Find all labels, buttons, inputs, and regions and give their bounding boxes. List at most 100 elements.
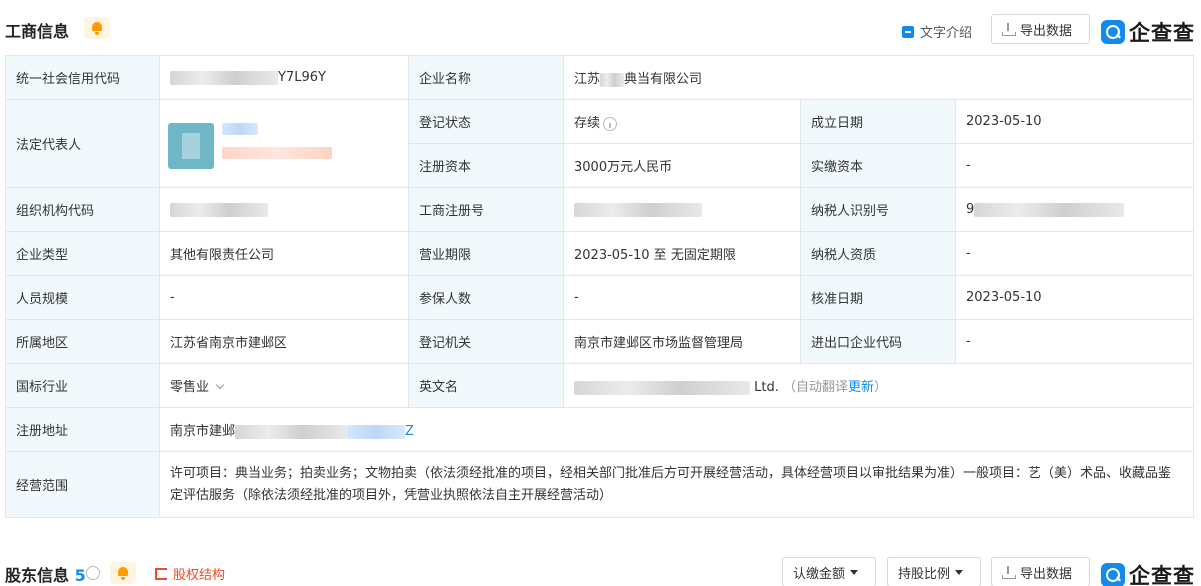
english-name-suffix: Ltd. (754, 380, 779, 395)
document-icon (902, 25, 914, 38)
table-row: 所属地区 江苏省南京市建邺区 登记机关 南京市建邺区市场监督管理局 进出口企业代… (5, 319, 1195, 364)
redacted-block (235, 424, 348, 439)
export-label: 导出数据 (1020, 23, 1073, 39)
qcc-logo-icon (1101, 563, 1125, 586)
chevron-down-icon[interactable] (215, 380, 225, 390)
caret-down-icon (955, 569, 964, 575)
table-row: 经营范围 许可项目：典当业务；拍卖业务；文物拍卖（依法须经批准的项目，经相关部门… (5, 451, 1195, 518)
info-icon[interactable] (86, 566, 100, 580)
reg-address-end: Z (405, 424, 414, 439)
industry-label: 国标行业 (5, 363, 160, 408)
subscribed-amount-label: 认缴金额 (793, 566, 846, 582)
redacted-block (170, 70, 278, 85)
table-row: 统一社会信用代码 Y7L96Y 企业名称 江苏 典当有限公司 (5, 55, 1195, 100)
company-name-label: 企业名称 (408, 55, 564, 100)
reg-status-label: 登记状态 (408, 99, 564, 144)
paid-capital-value: - (954, 143, 1195, 188)
section-title: 股东信息 5 (5, 562, 86, 586)
industry-value[interactable]: 零售业 (159, 363, 409, 408)
reg-address-label: 注册地址 (5, 407, 160, 452)
text-intro-label: 文字介绍 (920, 26, 973, 41)
download-icon (1002, 566, 1016, 579)
english-name-value: Ltd. （自动翻译更新） (562, 363, 1195, 408)
holding-ratio-dropdown[interactable]: 持股比例 (887, 557, 981, 586)
export-label: 导出数据 (1020, 566, 1073, 582)
table-row: 法定代表人 登记状态 存续 成立日期 2023-05-10 (5, 99, 1195, 188)
company-type-value: 其他有限责任公司 (159, 231, 409, 276)
reg-authority-value: 南京市建邺区市场监督管理局 (563, 319, 801, 364)
credit-code-label: 统一社会信用代码 (5, 55, 160, 100)
taxpayer-id-label: 纳税人识别号 (800, 187, 956, 232)
bell-icon[interactable] (110, 562, 136, 584)
reg-status-value: 存续 (563, 99, 801, 144)
auto-translate-close: ） (874, 380, 888, 395)
download-icon (1002, 23, 1016, 36)
biz-reg-no-value (563, 187, 801, 232)
staff-size-value: - (159, 275, 409, 320)
redacted-block (600, 72, 625, 87)
table-row: 注册地址 南京市建邺 Z (5, 407, 1195, 452)
region-value: 江苏省南京市建邺区 (159, 319, 409, 364)
auto-translate-note: （自动翻译 (783, 380, 849, 395)
taxpayer-qual-value: - (954, 231, 1195, 276)
holding-ratio-label: 持股比例 (898, 566, 951, 582)
taxpayer-id-prefix: 9 (966, 202, 975, 217)
biz-scope-value: 许可项目：典当业务；拍卖业务；文物拍卖（依法须经批准的项目，经相关部门批准后方可… (158, 451, 1195, 518)
company-name-value: 江苏 典当有限公司 (562, 55, 1195, 100)
bell-icon[interactable] (84, 17, 110, 39)
export-data-button[interactable]: 导出数据 (991, 557, 1090, 586)
region-label: 所属地区 (5, 319, 160, 364)
redacted-block (222, 122, 258, 135)
english-name-label: 英文名 (408, 363, 564, 408)
shareholder-title: 股东信息 (5, 566, 70, 585)
reg-capital-label: 注册资本 (408, 143, 564, 188)
brand-logo: 企查查 (1101, 17, 1195, 47)
est-date-label: 成立日期 (800, 99, 956, 144)
approval-date-value: 2023-05-10 (954, 275, 1195, 320)
export-data-button[interactable]: 导出数据 (991, 14, 1090, 44)
equity-structure-label: 股权结构 (173, 568, 226, 583)
qcc-logo-icon (1101, 20, 1125, 44)
redacted-block (974, 202, 1125, 217)
brand-name: 企查查 (1129, 564, 1195, 586)
approval-date-label: 核准日期 (800, 275, 956, 320)
redacted-block (574, 380, 750, 395)
business-info-header: 工商信息 文字介绍 导出数据 企查查 (0, 12, 1201, 46)
avatar[interactable] (168, 122, 214, 169)
redacted-block (347, 424, 406, 439)
brand-name: 企查查 (1129, 21, 1195, 45)
biz-reg-no-label: 工商注册号 (408, 187, 564, 232)
business-info-table: 统一社会信用代码 Y7L96Y 企业名称 江苏 典当有限公司 法定代表人 登记状态… (5, 55, 1195, 518)
industry-text[interactable]: 零售业 (170, 380, 209, 395)
taxpayer-id-value: 9 (954, 187, 1195, 232)
company-name-suffix: 典当有限公司 (624, 72, 703, 87)
table-row: 组织机构代码 工商注册号 纳税人识别号 9 (5, 187, 1195, 232)
import-export-label: 进出口企业代码 (800, 319, 956, 364)
redacted-block (222, 146, 332, 159)
biz-term-label: 营业期限 (408, 231, 564, 276)
caret-down-icon (850, 569, 859, 575)
brand-logo: 企查查 (1101, 560, 1195, 586)
org-code-value (159, 187, 409, 232)
equity-structure-link[interactable]: 股权结构 (155, 564, 225, 583)
reg-capital-value: 3000万元人民币 (563, 143, 801, 188)
subscribed-amount-dropdown[interactable]: 认缴金额 (782, 557, 876, 586)
reg-authority-label: 登记机关 (408, 319, 564, 364)
org-code-label: 组织机构代码 (5, 187, 160, 232)
info-icon[interactable] (603, 116, 618, 131)
shareholder-count: 5 (74, 566, 86, 585)
legal-rep-label: 法定代表人 (5, 99, 160, 188)
table-row: 企业类型 其他有限责任公司 营业期限 2023-05-10 至 无固定期限 纳税… (5, 231, 1195, 276)
insured-value: - (563, 275, 801, 320)
legal-rep-value[interactable] (159, 99, 409, 188)
reg-address-prefix: 南京市建邺 (170, 424, 236, 439)
biz-scope-label: 经营范围 (5, 451, 160, 518)
reg-status-text: 存续 (574, 116, 601, 131)
equity-tree-icon (155, 567, 167, 580)
update-link[interactable]: 更新 (848, 380, 874, 395)
text-intro-link[interactable]: 文字介绍 (902, 22, 972, 41)
insured-label: 参保人数 (408, 275, 564, 320)
company-type-label: 企业类型 (5, 231, 160, 276)
taxpayer-qual-label: 纳税人资质 (800, 231, 956, 276)
credit-code-value: Y7L96Y (159, 55, 409, 100)
